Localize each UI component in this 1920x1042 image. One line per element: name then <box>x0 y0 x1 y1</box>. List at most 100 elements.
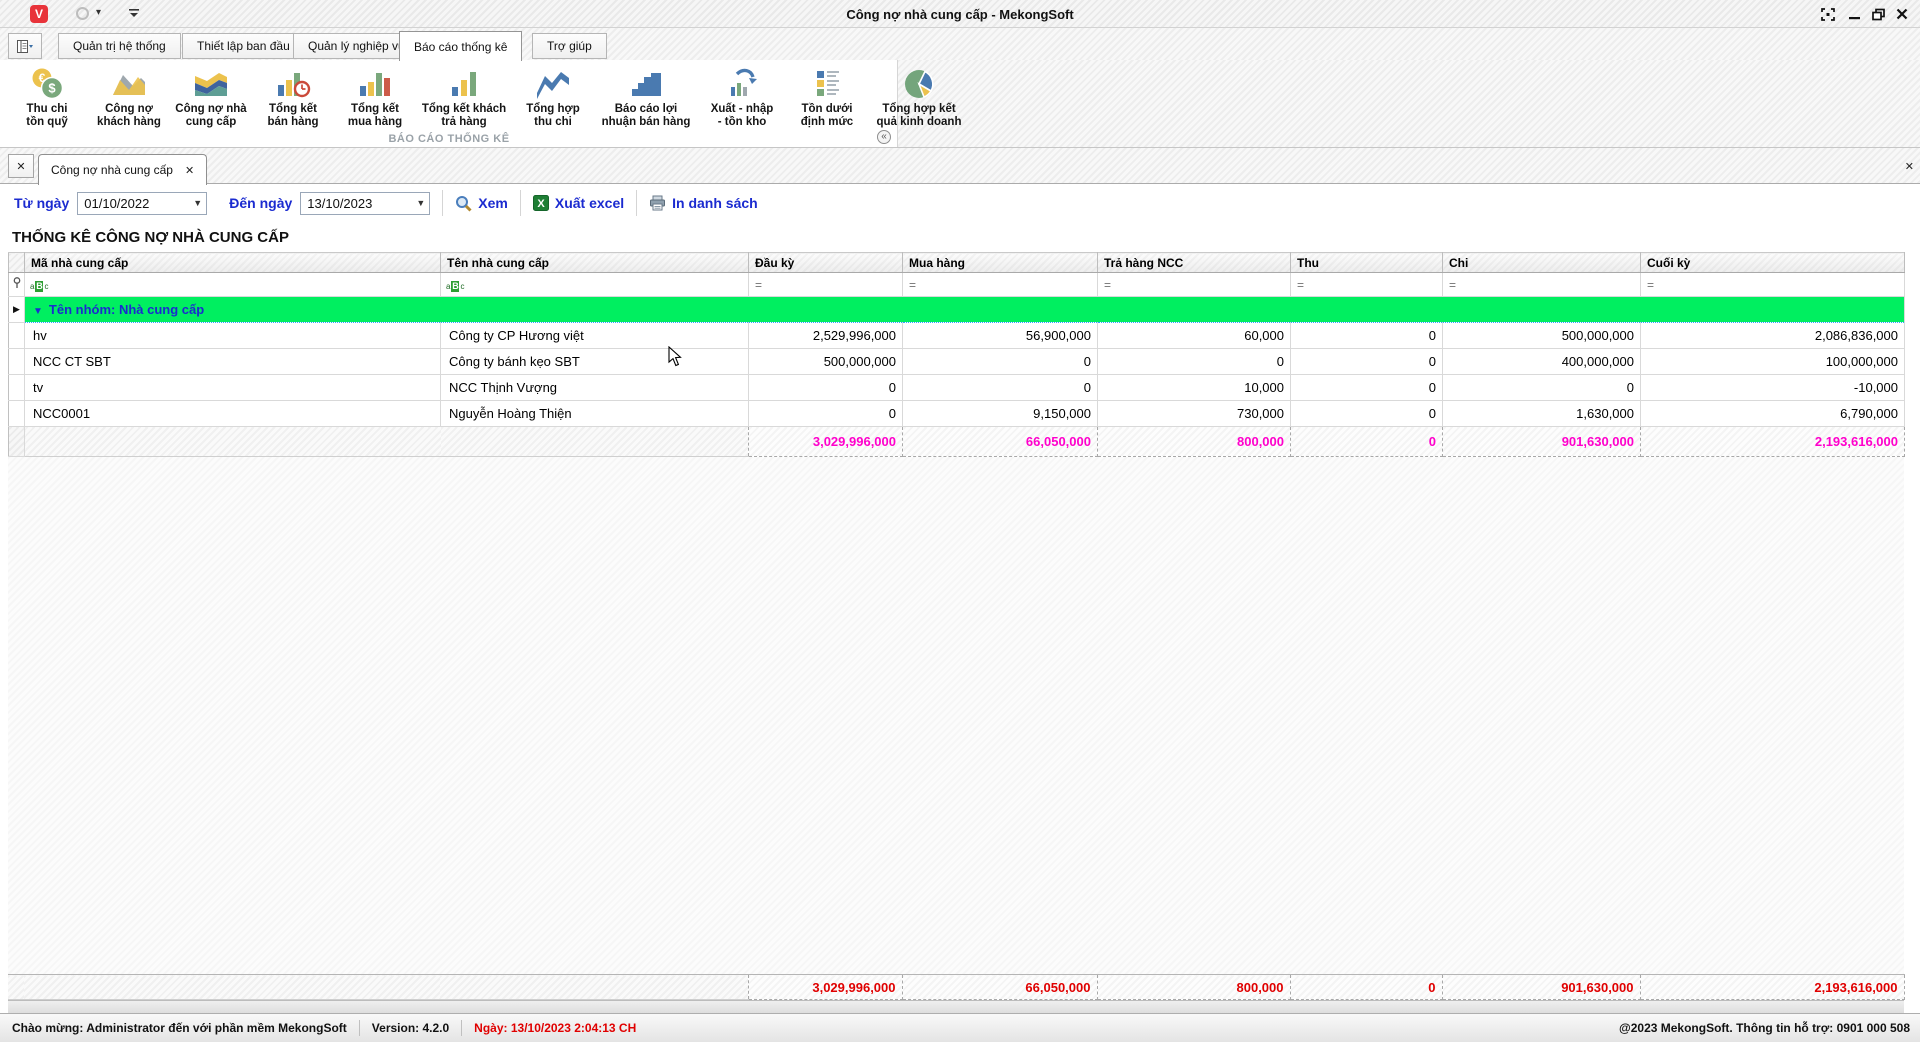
cell-thu[interactable]: 0 <box>1291 323 1443 349</box>
restore-button[interactable] <box>1868 5 1888 23</box>
cell-ma-ncc[interactable]: NCC CT SBT <box>25 349 441 375</box>
cell-ten-ncc[interactable]: Công ty bánh kẹo SBT <box>441 349 749 375</box>
table-row[interactable]: tv NCC Thịnh Vượng 0 0 10,000 0 0 -10,00… <box>9 375 1905 401</box>
ribbon-button-ket-qua-kinh-doanh[interactable]: Tổng hợp kếtquả kinh doanh <box>868 62 970 131</box>
cell-dau-ky[interactable]: 0 <box>749 401 903 427</box>
col-header-chi[interactable]: Chi <box>1443 253 1641 273</box>
ribbon-button-thu-chi-ton-quy[interactable]: € $ Thu chitồn quỹ <box>6 62 88 131</box>
close-all-tabs-button[interactable]: ✕ <box>8 154 34 178</box>
to-date-input[interactable]: 13/10/2023 ▼ <box>300 192 430 215</box>
view-button[interactable]: Xem <box>455 195 508 212</box>
horizontal-scrollbar[interactable] <box>8 1000 1904 1013</box>
tab-thiet-lap-ban-dau[interactable]: Thiết lập ban đầu <box>182 33 305 59</box>
cell-tra-hang[interactable]: 0 <box>1098 349 1291 375</box>
col-header-cuoi-ky[interactable]: Cuối kỳ <box>1641 253 1905 273</box>
cell-thu[interactable]: 0 <box>1291 401 1443 427</box>
close-icon: ✕ <box>1905 161 1914 173</box>
tab-tro-giup[interactable]: Trợ giúp <box>532 33 607 59</box>
col-header-thu[interactable]: Thu <box>1291 253 1443 273</box>
toolbar-separator <box>442 190 443 216</box>
group-total-thu: 0 <box>1291 427 1443 457</box>
cell-thu[interactable]: 0 <box>1291 375 1443 401</box>
cell-cuoi-ky[interactable]: 2,086,836,000 <box>1641 323 1905 349</box>
ribbon-button-tong-hop-thu-chi[interactable]: Tổng hợpthu chi <box>512 62 594 131</box>
ribbon-collapse-button[interactable]: « <box>877 130 891 144</box>
grid-table: Mã nhà cung cấp Tên nhà cung cấp Đầu kỳ … <box>8 252 1905 457</box>
cell-thu[interactable]: 0 <box>1291 349 1443 375</box>
ribbon-button-tong-ket-mua-hang[interactable]: Tổng kếtmua hàng <box>334 62 416 131</box>
col-header-dau-ky[interactable]: Đầu kỳ <box>749 253 903 273</box>
ribbon-button-bao-cao-loi-nhuan[interactable]: Báo cáo lợinhuận bán hàng <box>594 62 698 131</box>
minimize-button[interactable] <box>1844 5 1864 23</box>
status-separator <box>359 1020 360 1036</box>
row-gutter[interactable] <box>9 349 25 375</box>
cell-cuoi-ky[interactable]: 100,000,000 <box>1641 349 1905 375</box>
doc-tab-cong-no-nha-cung-cap[interactable]: Công nợ nhà cung cấp ✕ <box>38 154 207 185</box>
cell-dau-ky[interactable]: 500,000,000 <box>749 349 903 375</box>
table-row[interactable]: NCC CT SBT Công ty bánh kẹo SBT 500,000,… <box>9 349 1905 375</box>
row-gutter[interactable] <box>9 323 25 349</box>
fit-screen-button[interactable] <box>1818 5 1838 23</box>
cell-mua-hang[interactable]: 0 <box>903 349 1098 375</box>
ribbon-button-ton-duoi-dinh-muc[interactable]: Tồn dướiđịnh mức <box>786 62 868 131</box>
menu-grid-button[interactable] <box>8 33 42 59</box>
table-row[interactable]: NCC0001 Nguyễn Hoàng Thiện 0 9,150,000 7… <box>9 401 1905 427</box>
print-list-button[interactable]: In danh sách <box>649 195 758 211</box>
tab-quan-tri-he-thong[interactable]: Quản trị hệ thống <box>58 33 181 59</box>
cell-ma-ncc[interactable]: hv <box>25 323 441 349</box>
cell-tra-hang[interactable]: 10,000 <box>1098 375 1291 401</box>
filter-cell-ten-ncc[interactable]: aBc <box>441 273 749 297</box>
ribbon-button-tong-ket-khach-tra-hang[interactable]: Tổng kết kháchtrả hàng <box>416 62 512 131</box>
tab-bao-cao-thong-ke[interactable]: Báo cáo thống kê <box>399 31 522 61</box>
cell-tra-hang[interactable]: 730,000 <box>1098 401 1291 427</box>
collapse-group-icon[interactable]: ▼ <box>33 306 43 317</box>
cell-dau-ky[interactable]: 2,529,996,000 <box>749 323 903 349</box>
ribbon-button-xuat-nhap-ton-kho[interactable]: Xuất - nhập- tồn kho <box>698 62 786 131</box>
cell-chi[interactable]: 500,000,000 <box>1443 323 1641 349</box>
cell-ten-ncc[interactable]: NCC Thịnh Vượng <box>441 375 749 401</box>
export-excel-button[interactable]: X Xuất excel <box>533 195 624 211</box>
filter-cell-cuoi-ky[interactable]: = <box>1641 273 1905 297</box>
chevron-down-icon[interactable]: ▼ <box>189 198 206 208</box>
cell-dau-ky[interactable]: 0 <box>749 375 903 401</box>
filter-cell-ma-ncc[interactable]: aBc <box>25 273 441 297</box>
row-gutter[interactable] <box>9 401 25 427</box>
cell-chi[interactable]: 0 <box>1443 375 1641 401</box>
cell-chi[interactable]: 1,630,000 <box>1443 401 1641 427</box>
col-header-ma-ncc[interactable]: Mã nhà cung cấp <box>25 253 441 273</box>
col-header-ten-ncc[interactable]: Tên nhà cung cấp <box>441 253 749 273</box>
cell-mua-hang[interactable]: 0 <box>903 375 1098 401</box>
table-row[interactable]: hv Công ty CP Hương việt 2,529,996,000 5… <box>9 323 1905 349</box>
ribbon-button-cong-no-khach-hang[interactable]: Công nợkhách hàng <box>88 62 170 131</box>
close-tab-icon[interactable]: ✕ <box>185 164 194 177</box>
col-header-mua-hang[interactable]: Mua hàng <box>903 253 1098 273</box>
grand-total-mua-hang: 66,050,000 <box>902 975 1097 1000</box>
close-button[interactable] <box>1892 5 1912 23</box>
col-header-tra-hang-ncc[interactable]: Trả hàng NCC <box>1098 253 1291 273</box>
row-gutter[interactable] <box>9 375 25 401</box>
group-row-cell[interactable]: ▼Tên nhóm: Nhà cung cấp <box>25 297 1905 323</box>
cell-tra-hang[interactable]: 60,000 <box>1098 323 1291 349</box>
summary-empty <box>24 975 440 1000</box>
cell-mua-hang[interactable]: 56,900,000 <box>903 323 1098 349</box>
cell-ma-ncc[interactable]: tv <box>25 375 441 401</box>
ribbon-button-cong-no-nha-cung-cap[interactable]: Công nợ nhàcung cấp <box>170 62 252 131</box>
close-document-button[interactable]: ✕ <box>1905 157 1914 175</box>
cell-mua-hang[interactable]: 9,150,000 <box>903 401 1098 427</box>
ribbon-button-tong-ket-ban-hang[interactable]: Tổng kếtbán hàng <box>252 62 334 131</box>
group-row[interactable]: ▶ ▼Tên nhóm: Nhà cung cấp <box>9 297 1905 323</box>
cell-ma-ncc[interactable]: NCC0001 <box>25 401 441 427</box>
cell-chi[interactable]: 400,000,000 <box>1443 349 1641 375</box>
cell-cuoi-ky[interactable]: 6,790,000 <box>1641 401 1905 427</box>
chevron-down-icon[interactable]: ▼ <box>412 198 429 208</box>
filter-cell-chi[interactable]: = <box>1443 273 1641 297</box>
cell-ten-ncc[interactable]: Công ty CP Hương việt <box>441 323 749 349</box>
filter-cell-mua-hang[interactable]: = <box>903 273 1098 297</box>
filter-cell-thu[interactable]: = <box>1291 273 1443 297</box>
filter-cell-tra-hang[interactable]: = <box>1098 273 1291 297</box>
filter-cell-dau-ky[interactable]: = <box>749 273 903 297</box>
cell-ten-ncc[interactable]: Nguyễn Hoàng Thiện <box>441 401 749 427</box>
cell-cuoi-ky[interactable]: -10,000 <box>1641 375 1905 401</box>
stacked-area-icon <box>193 66 229 102</box>
from-date-input[interactable]: 01/10/2022 ▼ <box>77 192 207 215</box>
